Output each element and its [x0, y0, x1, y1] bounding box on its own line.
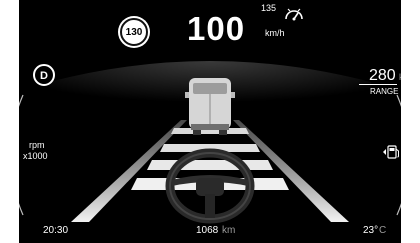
- speed-limit-sign: 130: [120, 18, 148, 46]
- cruise-set-speed: 135: [261, 3, 277, 13]
- fuel-pump-icon: [387, 145, 399, 159]
- range-value: 280: [369, 67, 396, 84]
- range-unit: km: [399, 73, 401, 82]
- odometer-unit: km: [222, 225, 236, 236]
- clock: 20:30: [43, 225, 69, 236]
- range-label: RANGE: [370, 87, 399, 96]
- instrument-cluster: 130 100 135 km/h D 280 km RANGE rpm x100…: [19, 0, 401, 243]
- gear-value: D: [40, 70, 48, 82]
- speed-unit: km/h: [265, 28, 285, 38]
- range-divider: [359, 84, 397, 85]
- current-speed: 100: [187, 10, 246, 47]
- gear-indicator: D: [33, 64, 55, 86]
- distance-bar: [147, 160, 273, 170]
- van-ahead-icon: [185, 78, 235, 135]
- tachometer-unit-rpm: rpm: [29, 140, 45, 150]
- cruise-control-icon: [285, 8, 303, 21]
- outside-temperature: 23°: [363, 225, 379, 236]
- speed-limit-value: 130: [125, 27, 143, 38]
- temperature-unit: C: [379, 225, 387, 236]
- tachometer-unit-multiplier: x1000: [23, 151, 48, 161]
- odometer-value: 1068: [196, 225, 219, 236]
- fuel-side-arrow-icon: [383, 149, 386, 155]
